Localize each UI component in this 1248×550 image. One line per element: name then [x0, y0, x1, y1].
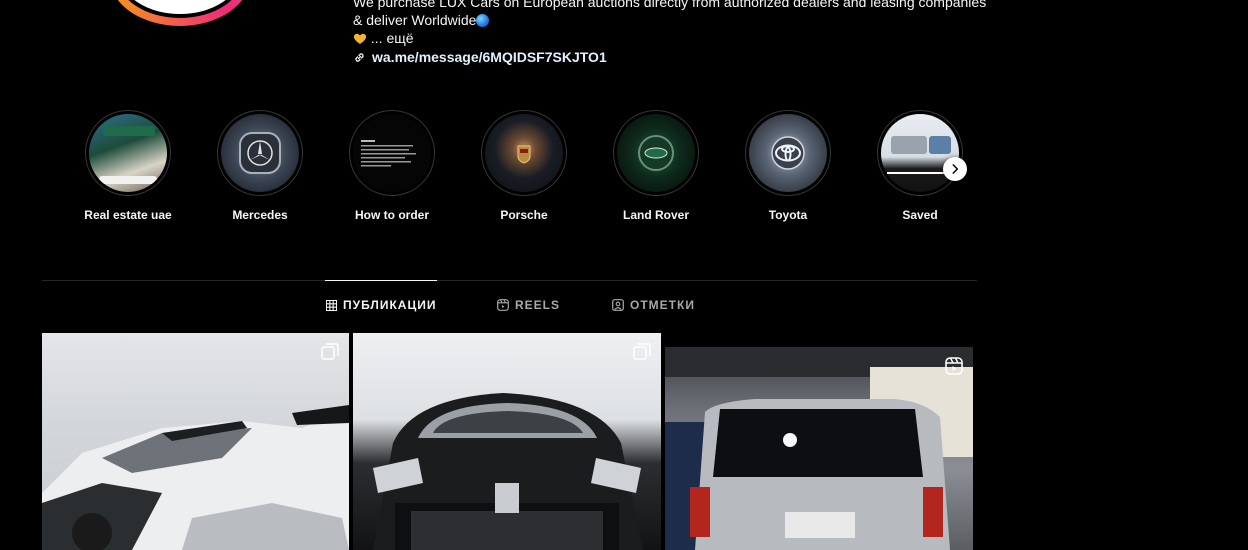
tab-label: REELS	[515, 298, 561, 312]
post-land-cruiser[interactable]	[665, 347, 973, 550]
more-button[interactable]: ... ещё	[371, 30, 414, 46]
highlight-real-estate-uae[interactable]: Real estate uae	[78, 110, 178, 222]
profile-tabs: ПУБЛИКАЦИИ REELS ОТМЕТКИ	[0, 298, 1248, 318]
link-icon	[355, 52, 364, 62]
chevron-right-icon	[952, 164, 959, 174]
tab-reels[interactable]: REELS	[497, 298, 560, 312]
profile-avatar[interactable]	[110, 0, 250, 26]
porsche-logo-icon	[517, 145, 531, 164]
bio-line-1: We purchase LUX Cars on European auction…	[353, 0, 987, 10]
bio-link[interactable]: wa.me/message/6MQIDSF7SKJTO1	[372, 48, 607, 66]
highlight-mercedes[interactable]: Mercedes	[210, 110, 310, 222]
highlight-label: Land Rover	[622, 208, 689, 222]
highlight-how-to-order[interactable]: How to order	[342, 110, 442, 222]
profile-bio: We purchase LUX Cars on European auction…	[353, 0, 993, 66]
post-image	[42, 405, 349, 550]
tabs-divider	[42, 280, 977, 281]
tab-label: ПУБЛИКАЦИИ	[343, 298, 437, 312]
highlight-label: Mercedes	[232, 208, 288, 222]
carousel-icon	[633, 343, 651, 360]
order-instructions-thumbnail	[361, 140, 416, 167]
bio-line-2: & deliver Worldwide	[353, 12, 477, 28]
highlight-toyota[interactable]: Toyota	[738, 110, 838, 222]
carousel-icon	[321, 343, 339, 360]
highlight-land-rover[interactable]: Land Rover	[606, 110, 706, 222]
grid-icon	[326, 299, 337, 311]
active-tab-indicator	[325, 280, 437, 281]
post-porsche[interactable]	[42, 333, 349, 550]
tab-tagged[interactable]: ОТМЕТКИ	[612, 298, 695, 312]
reels-icon	[497, 299, 509, 311]
post-rolls-royce[interactable]	[353, 333, 661, 550]
highlights-next-button[interactable]	[943, 157, 967, 181]
mercedes-logo-icon	[239, 132, 281, 174]
land-rover-logo-icon	[638, 135, 674, 171]
highlight-label: Porsche	[500, 208, 548, 222]
tab-label: ОТМЕТКИ	[630, 298, 695, 312]
highlight-porsche[interactable]: Porsche	[474, 110, 574, 222]
story-highlights: Real estate uae Mercedes How to order Po…	[78, 110, 998, 230]
post-image	[373, 393, 643, 550]
highlight-label: Real estate uae	[84, 208, 172, 222]
toyota-logo-icon	[771, 136, 805, 170]
highlight-label: Toyota	[768, 208, 808, 222]
post-image	[665, 347, 973, 550]
tab-posts[interactable]: ПУБЛИКАЦИИ	[326, 298, 436, 312]
highlight-label: How to order	[355, 208, 429, 222]
tagged-icon	[612, 299, 624, 311]
reels-icon	[945, 357, 963, 375]
globe-emoji-icon	[476, 14, 490, 27]
highlight-label: Saved	[902, 208, 938, 222]
heart-emoji-icon	[353, 33, 367, 44]
